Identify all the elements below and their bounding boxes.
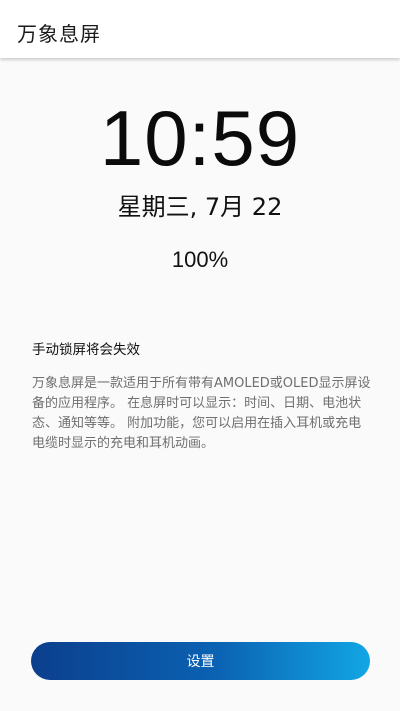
app-description: 万象息屏是一款适用于所有带有AMOLED或OLED显示屏设备的应用程序。 在息屏…: [32, 376, 371, 451]
battery-level: 100%: [171, 247, 229, 272]
settings-button[interactable]: 设置: [31, 642, 370, 680]
clock-date: 星期三, 7月 22: [117, 193, 283, 221]
app-bar: 万象息屏: [0, 0, 400, 58]
lock-notice: 手动锁屏将会失效: [32, 342, 140, 358]
clock-time: 10:59: [99, 94, 301, 182]
app-title: 万象息屏: [17, 22, 101, 46]
